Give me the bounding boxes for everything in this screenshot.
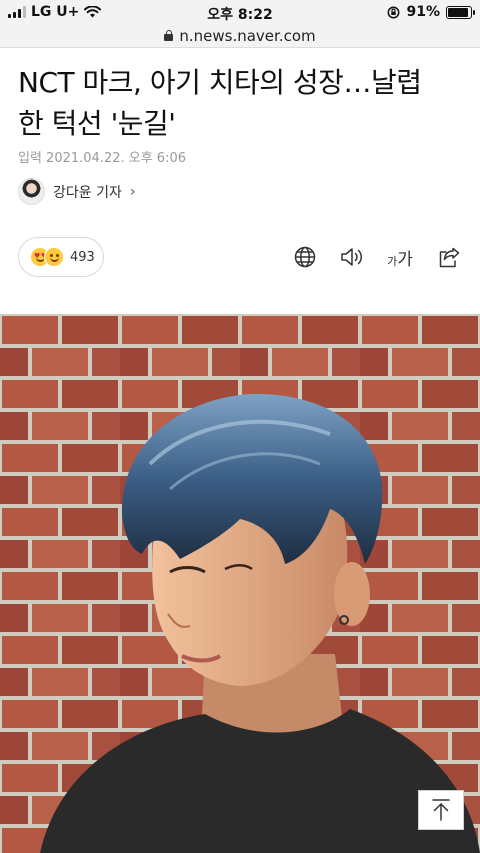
share-button[interactable] (436, 244, 462, 270)
font-size-button[interactable]: 가가 (385, 244, 415, 270)
speaker-icon (341, 248, 363, 266)
reporter-avatar (18, 178, 45, 205)
status-bar: LG U+ 오후 8:22 91% (0, 0, 480, 24)
address-bar[interactable]: n.news.naver.com (0, 24, 480, 48)
article-toolbar: 가가 (0, 244, 480, 270)
reporter-link[interactable]: 강다윤 기자 › (18, 178, 135, 205)
battery-icon (446, 5, 475, 19)
read-aloud-button[interactable] (338, 244, 366, 270)
scroll-to-top-button[interactable] (418, 790, 464, 830)
status-right: 91% (387, 4, 475, 20)
lock-icon (164, 30, 174, 41)
battery-fill (448, 7, 469, 17)
globe-icon (294, 246, 316, 268)
orientation-lock-icon (388, 6, 400, 18)
article-photo (0, 314, 480, 853)
published-date: 입력 2021.04.22. 오후 6:06 (18, 151, 186, 166)
share-icon (439, 247, 460, 267)
arrow-up-icon (432, 799, 450, 821)
url-text[interactable]: n.news.naver.com (179, 27, 315, 45)
battery-percent: 91% (406, 4, 440, 20)
font-size-small-glyph: 가 (387, 254, 398, 268)
article-headline: NCT 마크, 아기 치타의 성장…날렵 한 턱선 '눈길' (18, 62, 468, 144)
reporter-name: 강다윤 기자 (53, 184, 122, 201)
translate-button[interactable] (292, 244, 318, 270)
font-size-icon: 가가 (387, 245, 413, 270)
chevron-right-icon: › (129, 183, 136, 200)
headline-line-2: 한 턱선 '눈길' (18, 107, 176, 140)
headline-line-1: NCT 마크, 아기 치타의 성장…날렵 (18, 66, 422, 99)
font-size-large-glyph: 가 (397, 249, 413, 270)
